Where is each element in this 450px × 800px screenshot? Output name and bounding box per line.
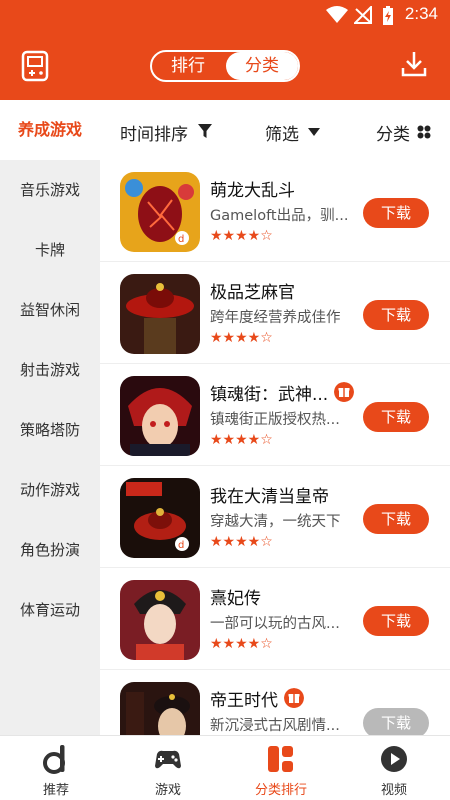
tab-category-ranking[interactable]: 分类排行 (225, 736, 337, 800)
tab-recommend[interactable]: 推荐 (0, 736, 112, 800)
play-icon (381, 746, 407, 772)
status-bar: 2:34 (0, 0, 450, 30)
game-name: 极品芝麻官 (210, 283, 295, 303)
game-name: 我在大清当皇帝 (210, 487, 329, 507)
list-item[interactable]: 镇魂街：武神... 镇魂街正版授权热... ★★★★☆ 下载 (100, 364, 450, 466)
clock: 2:34 (404, 4, 438, 23)
game-icon-official-hat (120, 274, 200, 354)
download-button[interactable]: 下载 (363, 708, 429, 735)
download-icon[interactable] (400, 50, 428, 78)
game-description: 镇魂街正版授权热... (210, 412, 340, 428)
sidebar-item-shooter[interactable]: 射击游戏 (0, 340, 100, 400)
game-icon-concubine (120, 580, 200, 660)
sidebar-item-rpg[interactable]: 角色扮演 (0, 520, 100, 580)
svg-text:d: d (178, 234, 184, 245)
category-icon (268, 746, 293, 772)
download-button[interactable]: 下载 (363, 606, 429, 636)
game-icon-qing-emperor: d (120, 478, 200, 558)
sidebar-item-action[interactable]: 动作游戏 (0, 460, 100, 520)
sidebar-item-puzzle[interactable]: 益智休闲 (0, 280, 100, 340)
category-toggle[interactable]: 分类 (376, 120, 410, 145)
ranking-category-switch: 排行 分类 (150, 50, 300, 82)
gift-icon (284, 688, 304, 708)
top-header: 排行 分类 (0, 30, 450, 100)
sidebar-item-strategy[interactable]: 策略塔防 (0, 400, 100, 460)
tab-video[interactable]: 视频 (338, 736, 450, 800)
game-name: 熹妃传 (210, 589, 261, 609)
game-name: 帝王时代 (210, 691, 278, 711)
filter-bar: 时间排序 筛选 分类 (100, 100, 450, 160)
game-description: Gameloft出品，驯... (210, 208, 349, 224)
sort-by-time[interactable]: 时间排序 (120, 120, 188, 145)
game-description: 一部可以玩的古风... (210, 616, 340, 632)
star-rating: ★★★★☆ (210, 534, 273, 550)
category-sidebar: 养成游戏 音乐游戏 卡牌 益智休闲 射击游戏 策略塔防 动作游戏 角色扮演 体育… (0, 100, 100, 735)
download-button[interactable]: 下载 (363, 198, 429, 228)
list-item[interactable]: d 我在大清当皇帝 穿越大清，一统天下 ★★★★☆ 下载 (100, 466, 450, 568)
gamepad-icon (155, 750, 181, 769)
sidebar-item-raise[interactable]: 养成游戏 (0, 100, 100, 160)
download-button[interactable]: 下载 (363, 402, 429, 432)
tab-label: 分类排行 (254, 783, 307, 798)
game-icon-dragon-egg: d (120, 172, 200, 252)
tab-label: 视频 (380, 783, 407, 798)
sidebar-item-card[interactable]: 卡牌 (0, 220, 100, 280)
game-console-icon[interactable] (20, 50, 50, 82)
tab-games[interactable]: 游戏 (112, 736, 224, 800)
game-description: 跨年度经营养成佳作 (210, 310, 341, 326)
star-rating: ★★★★☆ (210, 330, 273, 346)
star-rating: ★★★★☆ (210, 636, 273, 652)
download-button[interactable]: 下载 (363, 300, 429, 330)
list-item[interactable]: 帝王时代 新沉浸式古风剧情... 下载 (100, 670, 450, 735)
chevron-down-icon[interactable] (308, 128, 320, 136)
list-item[interactable]: d 萌龙大乱斗 Gameloft出品，驯... ★★★★☆ 下载 (100, 160, 450, 262)
sidebar-item-sports[interactable]: 体育运动 (0, 580, 100, 640)
bottom-tab-bar: 推荐 游戏 分类排行 视频 (0, 735, 450, 800)
game-icon-emperor-age (120, 682, 200, 735)
game-list: d 萌龙大乱斗 Gameloft出品，驯... ★★★★☆ 下载 极品芝麻官 跨… (100, 160, 450, 735)
wifi-icon (326, 6, 348, 23)
star-rating: ★★★★☆ (210, 432, 273, 448)
game-description: 新沉浸式古风剧情... (210, 718, 340, 734)
tab-ranking[interactable]: 排行 (152, 52, 224, 80)
game-name: 镇魂街：武神... (210, 385, 329, 405)
star-rating: ★★★★☆ (210, 228, 273, 244)
tab-label: 推荐 (42, 783, 69, 798)
svg-text:d: d (178, 540, 184, 551)
no-signal-icon (354, 6, 372, 24)
battery-charging-icon (383, 6, 393, 25)
list-item[interactable]: 极品芝麻官 跨年度经营养成佳作 ★★★★☆ 下载 (100, 262, 450, 364)
filter-funnel-icon[interactable] (198, 124, 212, 138)
tab-label: 游戏 (154, 783, 181, 798)
game-description: 穿越大清，一统天下 (210, 514, 341, 530)
filter-dropdown[interactable]: 筛选 (265, 120, 299, 145)
gift-icon (334, 382, 354, 402)
tab-category[interactable]: 分类 (226, 52, 298, 80)
game-icon-anime-warrior (120, 376, 200, 456)
download-button[interactable]: 下载 (363, 504, 429, 534)
game-name: 萌龙大乱斗 (210, 181, 295, 201)
d-logo-icon (43, 745, 65, 774)
list-item[interactable]: 熹妃传 一部可以玩的古风... ★★★★☆ 下载 (100, 568, 450, 670)
sidebar-item-music[interactable]: 音乐游戏 (0, 160, 100, 220)
grid-clover-icon[interactable] (417, 125, 431, 139)
